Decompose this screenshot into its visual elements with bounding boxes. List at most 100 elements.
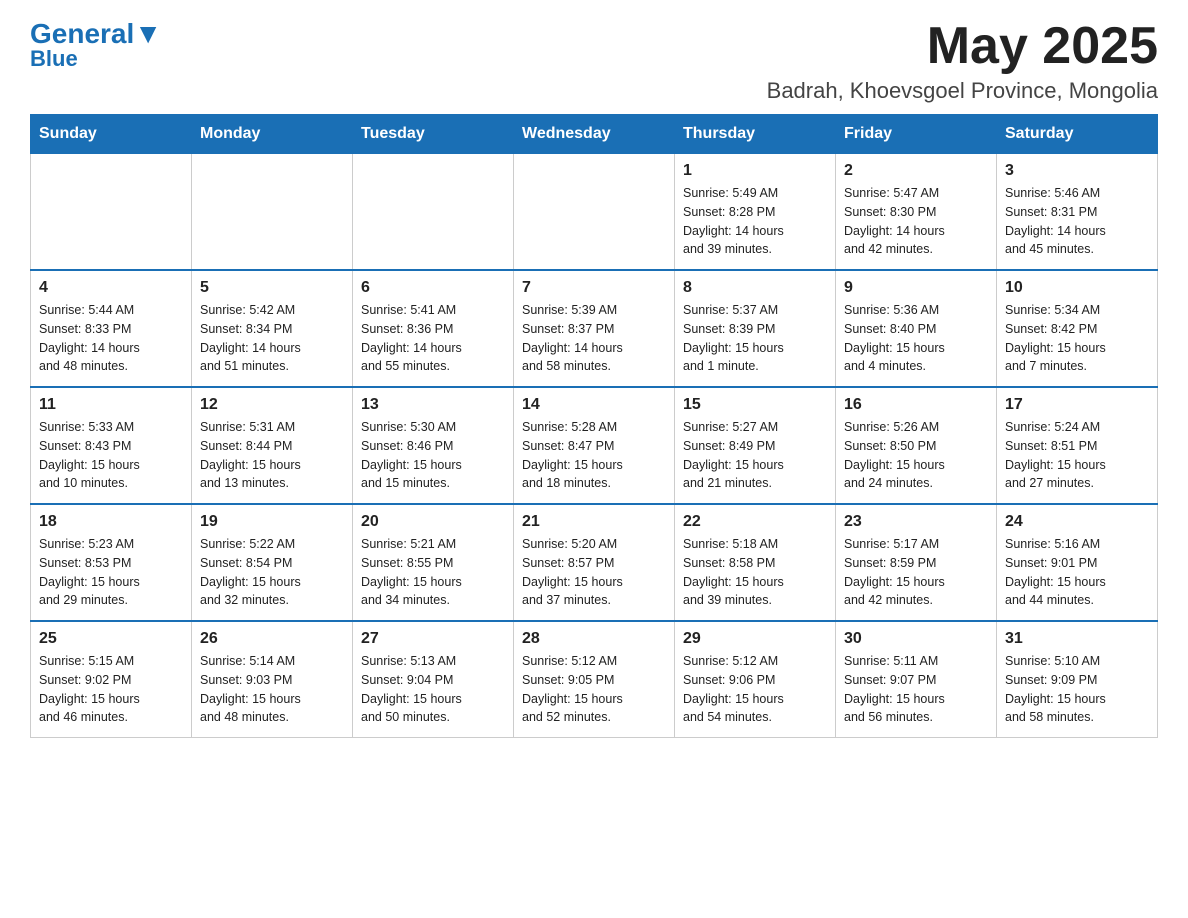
day-info: Sunrise: 5:20 AMSunset: 8:57 PMDaylight:… <box>522 535 666 610</box>
calendar-cell: 9 Sunrise: 5:36 AMSunset: 8:40 PMDaylight… <box>836 270 997 387</box>
day-info: Sunrise: 5:10 AMSunset: 9:09 PMDaylight:… <box>1005 652 1149 727</box>
month-title: May 2025 <box>767 20 1158 72</box>
week-row-1: 1 Sunrise: 5:49 AMSunset: 8:28 PMDaylight… <box>31 154 1158 271</box>
calendar-cell: 21 Sunrise: 5:20 AMSunset: 8:57 PMDayligh… <box>514 504 675 621</box>
day-number: 3 <box>1005 162 1149 180</box>
day-info: Sunrise: 5:47 AMSunset: 8:30 PMDaylight:… <box>844 184 988 259</box>
day-number: 27 <box>361 630 505 648</box>
weekday-header-monday: Monday <box>192 115 353 154</box>
calendar-cell: 2Sunrise: 5:47 AMSunset: 8:30 PMDaylight… <box>836 154 997 271</box>
calendar-cell: 19Sunrise: 5:22 AMSunset: 8:54 PMDayligh… <box>192 504 353 621</box>
calendar-cell: 24 Sunrise: 5:16 AMSunset: 9:01 PMDayligh… <box>997 504 1158 621</box>
day-number: 28 <box>522 630 666 648</box>
day-info: Sunrise: 5:42 AMSunset: 8:34 PMDaylight:… <box>200 301 344 376</box>
day-number: 26 <box>200 630 344 648</box>
week-row-2: 4Sunrise: 5:44 AMSunset: 8:33 PMDaylight… <box>31 270 1158 387</box>
day-number: 31 <box>1005 630 1149 648</box>
calendar-cell: 6 Sunrise: 5:41 AMSunset: 8:36 PMDaylight… <box>353 270 514 387</box>
day-number: 29 <box>683 630 827 648</box>
day-info: Sunrise: 5:36 AMSunset: 8:40 PMDaylight:… <box>844 301 988 376</box>
day-info: Sunrise: 5:28 AMSunset: 8:47 PMDaylight:… <box>522 418 666 493</box>
day-number: 21 <box>522 513 666 531</box>
title-area: May 2025 Badrah, Khoevsgoel Province, Mo… <box>767 20 1158 104</box>
weekday-header-friday: Friday <box>836 115 997 154</box>
calendar-cell: 27Sunrise: 5:13 AMSunset: 9:04 PMDayligh… <box>353 621 514 738</box>
day-info: Sunrise: 5:41 AMSunset: 8:36 PMDaylight:… <box>361 301 505 376</box>
calendar-cell <box>353 154 514 271</box>
calendar-cell: 23 Sunrise: 5:17 AMSunset: 8:59 PMDayligh… <box>836 504 997 621</box>
calendar-cell: 4Sunrise: 5:44 AMSunset: 8:33 PMDaylight… <box>31 270 192 387</box>
day-info: Sunrise: 5:34 AMSunset: 8:42 PMDaylight:… <box>1005 301 1149 376</box>
calendar-cell: 7 Sunrise: 5:39 AMSunset: 8:37 PMDaylight… <box>514 270 675 387</box>
day-info: Sunrise: 5:22 AMSunset: 8:54 PMDaylight:… <box>200 535 344 610</box>
day-info: Sunrise: 5:15 AMSunset: 9:02 PMDaylight:… <box>39 652 183 727</box>
day-info: Sunrise: 5:31 AMSunset: 8:44 PMDaylight:… <box>200 418 344 493</box>
day-info: Sunrise: 5:46 AMSunset: 8:31 PMDaylight:… <box>1005 184 1149 259</box>
day-number: 4 <box>39 279 183 297</box>
calendar-cell: 11Sunrise: 5:33 AMSunset: 8:43 PMDayligh… <box>31 387 192 504</box>
calendar-cell: 8 Sunrise: 5:37 AMSunset: 8:39 PMDaylight… <box>675 270 836 387</box>
day-info: Sunrise: 5:16 AMSunset: 9:01 PMDaylight:… <box>1005 535 1149 610</box>
day-number: 14 <box>522 396 666 414</box>
calendar-cell <box>31 154 192 271</box>
calendar-cell <box>514 154 675 271</box>
header-area: General▼ Blue May 2025 Badrah, Khoevsgoe… <box>30 20 1158 104</box>
day-number: 10 <box>1005 279 1149 297</box>
day-info: Sunrise: 5:24 AMSunset: 8:51 PMDaylight:… <box>1005 418 1149 493</box>
day-number: 17 <box>1005 396 1149 414</box>
calendar-cell: 15 Sunrise: 5:27 AMSunset: 8:49 PMDayligh… <box>675 387 836 504</box>
day-number: 16 <box>844 396 988 414</box>
calendar-cell: 5 Sunrise: 5:42 AMSunset: 8:34 PMDaylight… <box>192 270 353 387</box>
day-number: 23 <box>844 513 988 531</box>
calendar-cell: 10 Sunrise: 5:34 AMSunset: 8:42 PMDayligh… <box>997 270 1158 387</box>
day-info: Sunrise: 5:26 AMSunset: 8:50 PMDaylight:… <box>844 418 988 493</box>
day-number: 8 <box>683 279 827 297</box>
day-number: 24 <box>1005 513 1149 531</box>
day-number: 15 <box>683 396 827 414</box>
calendar-cell: 12 Sunrise: 5:31 AMSunset: 8:44 PMDayligh… <box>192 387 353 504</box>
week-row-4: 18 Sunrise: 5:23 AMSunset: 8:53 PMDayligh… <box>31 504 1158 621</box>
day-number: 6 <box>361 279 505 297</box>
week-row-3: 11Sunrise: 5:33 AMSunset: 8:43 PMDayligh… <box>31 387 1158 504</box>
day-info: Sunrise: 5:39 AMSunset: 8:37 PMDaylight:… <box>522 301 666 376</box>
logo-area: General▼ Blue <box>30 20 162 72</box>
day-info: Sunrise: 5:27 AMSunset: 8:49 PMDaylight:… <box>683 418 827 493</box>
calendar-cell: 14 Sunrise: 5:28 AMSunset: 8:47 PMDayligh… <box>514 387 675 504</box>
calendar-cell: 28 Sunrise: 5:12 AMSunset: 9:05 PMDayligh… <box>514 621 675 738</box>
day-number: 7 <box>522 279 666 297</box>
day-info: Sunrise: 5:14 AMSunset: 9:03 PMDaylight:… <box>200 652 344 727</box>
calendar-cell <box>192 154 353 271</box>
weekday-header-saturday: Saturday <box>997 115 1158 154</box>
calendar-cell: 29 Sunrise: 5:12 AMSunset: 9:06 PMDayligh… <box>675 621 836 738</box>
calendar-cell: 20 Sunrise: 5:21 AMSunset: 8:55 PMDayligh… <box>353 504 514 621</box>
logo-blue: Blue <box>30 46 78 72</box>
day-info: Sunrise: 5:37 AMSunset: 8:39 PMDaylight:… <box>683 301 827 376</box>
day-number: 12 <box>200 396 344 414</box>
weekday-header-wednesday: Wednesday <box>514 115 675 154</box>
calendar-cell: 31 Sunrise: 5:10 AMSunset: 9:09 PMDayligh… <box>997 621 1158 738</box>
weekday-header-row: SundayMondayTuesdayWednesdayThursdayFrid… <box>31 115 1158 154</box>
day-number: 20 <box>361 513 505 531</box>
day-info: Sunrise: 5:12 AMSunset: 9:06 PMDaylight:… <box>683 652 827 727</box>
day-info: Sunrise: 5:21 AMSunset: 8:55 PMDaylight:… <box>361 535 505 610</box>
calendar-cell: 3 Sunrise: 5:46 AMSunset: 8:31 PMDaylight… <box>997 154 1158 271</box>
day-number: 5 <box>200 279 344 297</box>
calendar-table: SundayMondayTuesdayWednesdayThursdayFrid… <box>30 114 1158 738</box>
day-info: Sunrise: 5:49 AMSunset: 8:28 PMDaylight:… <box>683 184 827 259</box>
day-info: Sunrise: 5:23 AMSunset: 8:53 PMDaylight:… <box>39 535 183 610</box>
weekday-header-thursday: Thursday <box>675 115 836 154</box>
day-info: Sunrise: 5:17 AMSunset: 8:59 PMDaylight:… <box>844 535 988 610</box>
weekday-header-tuesday: Tuesday <box>353 115 514 154</box>
day-info: Sunrise: 5:30 AMSunset: 8:46 PMDaylight:… <box>361 418 505 493</box>
day-info: Sunrise: 5:12 AMSunset: 9:05 PMDaylight:… <box>522 652 666 727</box>
calendar-cell: 1 Sunrise: 5:49 AMSunset: 8:28 PMDaylight… <box>675 154 836 271</box>
weekday-header-sunday: Sunday <box>31 115 192 154</box>
day-number: 22 <box>683 513 827 531</box>
week-row-5: 25Sunrise: 5:15 AMSunset: 9:02 PMDayligh… <box>31 621 1158 738</box>
calendar-cell: 16 Sunrise: 5:26 AMSunset: 8:50 PMDayligh… <box>836 387 997 504</box>
day-number: 18 <box>39 513 183 531</box>
day-info: Sunrise: 5:11 AMSunset: 9:07 PMDaylight:… <box>844 652 988 727</box>
day-number: 9 <box>844 279 988 297</box>
day-number: 30 <box>844 630 988 648</box>
day-number: 1 <box>683 162 827 180</box>
